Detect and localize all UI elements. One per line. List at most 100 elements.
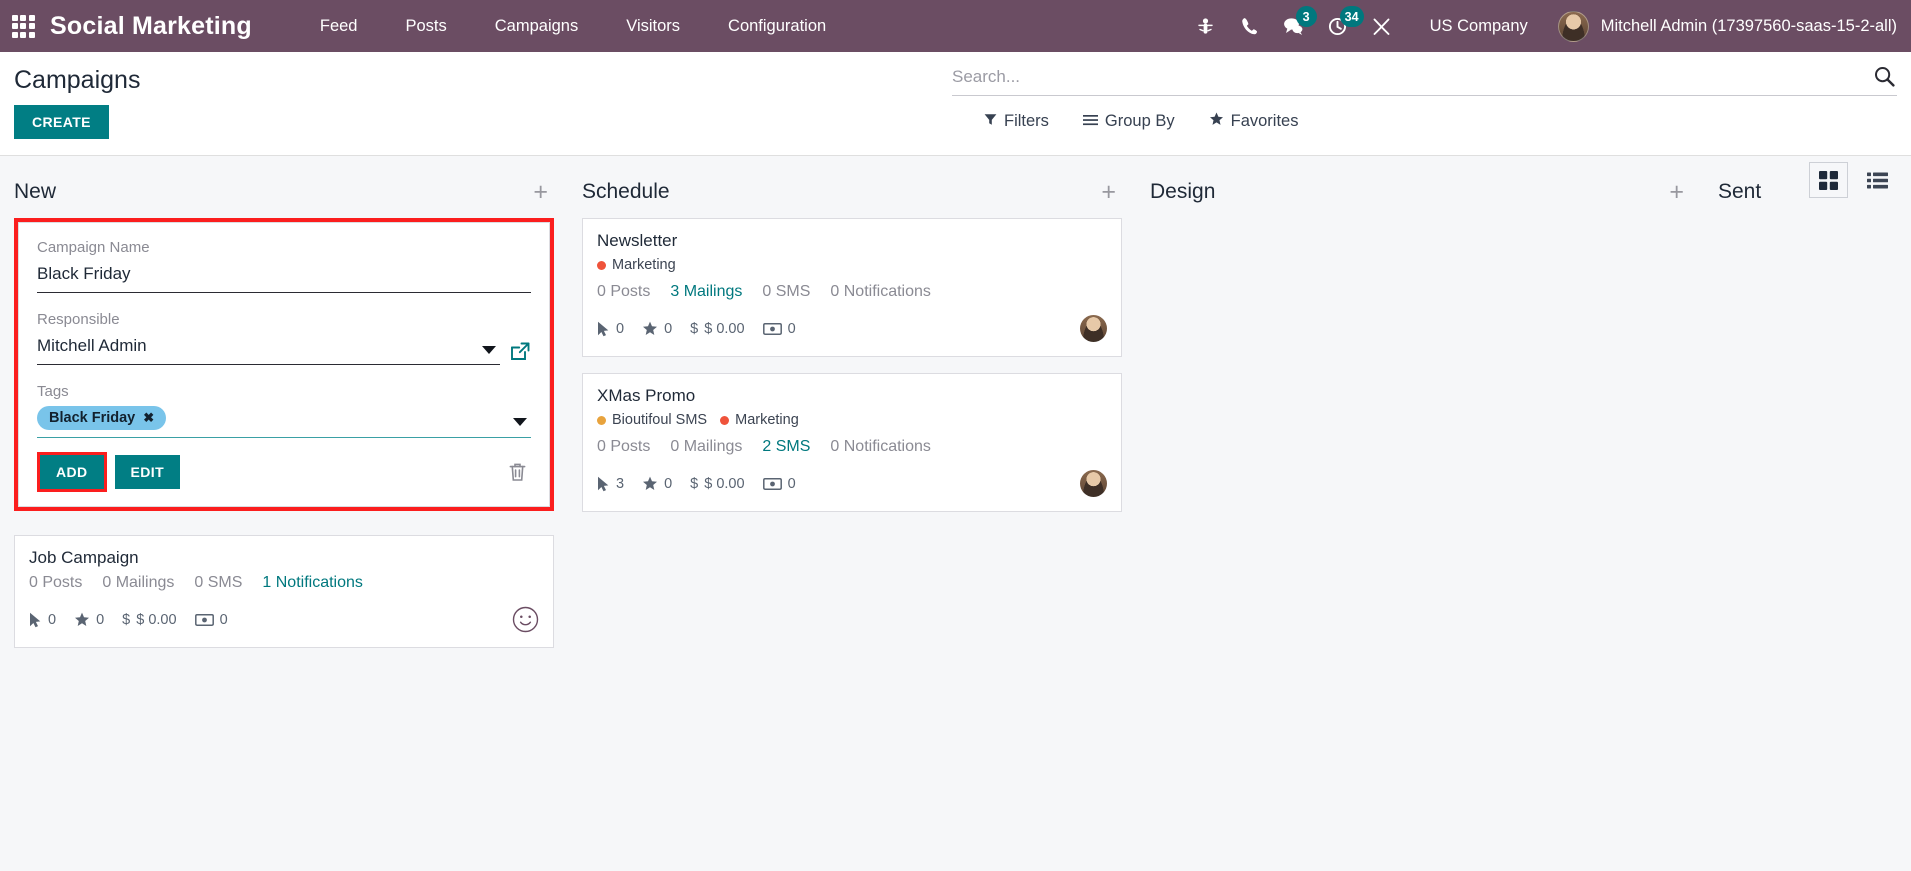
card-tags: Marketing [597,257,1107,273]
chevron-down-icon[interactable] [513,418,527,426]
card-title: Newsletter [597,231,678,250]
kanban-column-sent: Sent + [1704,156,1911,871]
app-brand-title[interactable]: Social Marketing [50,12,252,41]
plus-icon[interactable]: + [527,179,554,205]
card-metrics: 3 0 $ $ 0.00 0 [597,470,1107,497]
filters-button[interactable]: Filters [984,112,1049,131]
activities-clock-icon[interactable]: 34 [1316,6,1364,43]
stat-mailings[interactable]: 0 Mailings [670,438,742,456]
phone-icon[interactable] [1228,9,1272,43]
tag-color-dot [720,415,730,425]
favorites-button[interactable]: Favorites [1209,112,1298,131]
avatar[interactable] [1080,315,1107,342]
star-icon [642,321,658,336]
bug-icon[interactable] [1184,9,1228,43]
menu-item-campaigns[interactable]: Campaigns [471,0,602,52]
stat-notifications[interactable]: 1 Notifications [262,574,363,592]
tools-icon[interactable] [1360,9,1404,43]
card-stats: 0 Posts 3 Mailings 0 SMS 0 Notifications [597,283,1107,301]
column-header: Schedule + [582,156,1122,218]
stat-notifications[interactable]: 0 Notifications [830,438,931,456]
kanban-card[interactable]: Newsletter Marketing 0 Posts 3 Mailings … [582,218,1122,357]
metric-revenue: $ $ 0.00 [690,476,744,492]
stat-mailings[interactable]: 0 Mailings [102,574,174,592]
campaign-name-input[interactable] [37,262,531,293]
tag-label: Marketing [612,257,676,273]
search-input[interactable] [952,66,1864,87]
dollar-icon: $ [690,320,699,337]
metric-value: 0 [219,611,228,628]
user-menu[interactable]: Mitchell Admin (17397560-saas-15-2-all) [1548,10,1897,42]
card-title: XMas Promo [597,386,696,405]
stat-mailings[interactable]: 3 Mailings [670,283,742,301]
menu-item-visitors[interactable]: Visitors [602,0,704,52]
mouse-pointer-icon [597,476,610,492]
add-button-highlight: ADD [37,452,107,492]
metric-value: 0 [664,475,673,492]
plus-icon[interactable]: + [1663,179,1690,205]
group-by-label: Group By [1104,112,1175,130]
smiley-placeholder-avatar[interactable] [512,606,539,633]
stat-sms[interactable]: 2 SMS [762,438,810,456]
column-title: Schedule [582,180,670,203]
metric-quotations: 0 [194,611,228,628]
top-navbar: Social Marketing Feed Posts Campaigns Vi… [0,0,1911,52]
plus-icon[interactable]: + [1095,179,1122,205]
create-button[interactable]: CREATE [14,105,109,139]
tags-input[interactable]: Black Friday ✖ [37,406,531,438]
menu-item-posts[interactable]: Posts [381,0,470,52]
tag-chip-label: Black Friday [49,410,136,426]
responsible-input[interactable] [37,334,500,365]
metric-value: $ 0.00 [704,320,745,337]
tag-chip[interactable]: Black Friday ✖ [37,406,167,430]
stat-posts[interactable]: 0 Posts [597,283,650,301]
messages-icon[interactable]: 3 [1272,6,1317,43]
metric-value: 0 [96,611,105,628]
money-bill-icon [762,322,782,335]
star-icon [1209,112,1224,131]
metric-value: 0 [48,611,57,628]
stat-sms[interactable]: 0 SMS [762,283,810,301]
column-title: Design [1150,180,1216,203]
kanban-card[interactable]: XMas Promo Bioutifoul SMS Marketing 0 Po… [582,373,1122,512]
stat-sms[interactable]: 0 SMS [194,574,242,592]
card-stats: 0 Posts 0 Mailings 2 SMS 0 Notifications [597,438,1107,456]
metric-value: 0 [616,320,625,337]
menu-item-configuration[interactable]: Configuration [704,0,850,52]
add-button[interactable]: ADD [40,455,104,489]
trash-icon[interactable] [508,462,531,482]
apps-grid-icon[interactable] [10,13,36,39]
search-row [952,66,1897,96]
user-menu-label: Mitchell Admin (17397560-saas-15-2-all) [1600,16,1897,35]
stat-posts[interactable]: 0 Posts [29,574,82,592]
kanban-column-design: Design + [1136,156,1704,871]
kanban-card[interactable]: Job Campaign 0 Posts 0 Mailings 0 SMS 1 … [14,535,554,648]
search-panel: Filters Group By Favorites [952,66,1897,131]
quick-create-form: Campaign Name Responsible [18,222,550,507]
quick-create-footer: ADD EDIT [37,438,531,506]
stat-posts[interactable]: 0 Posts [597,438,650,456]
search-icon[interactable] [1864,66,1897,87]
group-by-button[interactable]: Group By [1082,112,1175,131]
external-link-icon[interactable] [510,341,531,365]
edit-button[interactable]: EDIT [114,455,181,489]
funnel-icon [984,112,997,131]
card-metrics: 0 0 $ $ 0.00 0 [29,606,539,633]
avatar[interactable] [1080,470,1107,497]
close-icon[interactable]: ✖ [143,410,154,426]
mouse-pointer-icon [29,612,42,628]
metric-value: $ 0.00 [136,611,177,628]
menu-item-feed[interactable]: Feed [296,0,382,52]
page-title: Campaigns [14,66,141,94]
company-switcher[interactable]: US Company [1404,17,1548,36]
tags-label: Tags [37,383,69,400]
kanban-column-schedule: Schedule + Newsletter Marketing 0 Posts … [568,156,1136,871]
column-header: New + [14,156,554,218]
metric-clicks: 0 [29,612,56,628]
metric-value: 0 [787,320,796,337]
responsible-row [37,334,531,365]
stat-notifications[interactable]: 0 Notifications [830,283,931,301]
main-menu: Feed Posts Campaigns Visitors Configurat… [296,0,850,52]
responsible-select[interactable] [37,334,500,365]
metric-value: $ 0.00 [704,475,745,492]
